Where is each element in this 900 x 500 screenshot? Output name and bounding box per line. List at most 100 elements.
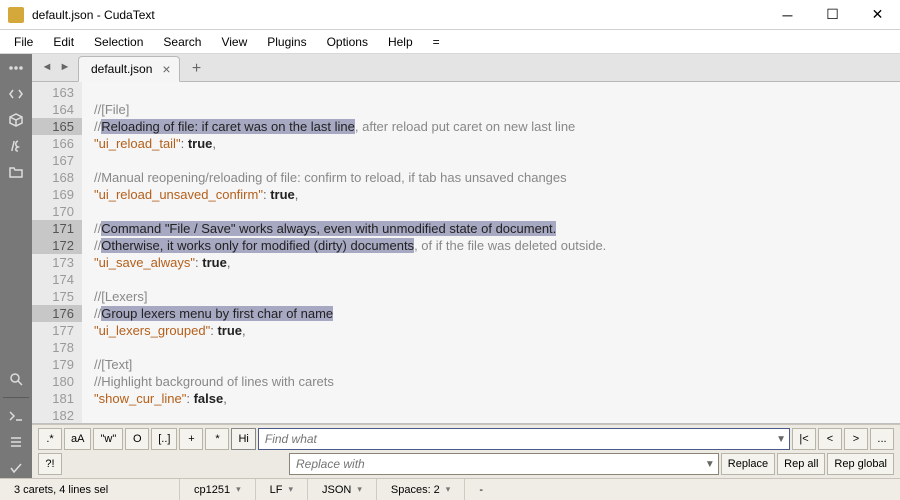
line-number[interactable]: 168 <box>32 169 82 186</box>
app-icon <box>8 7 24 23</box>
line-number[interactable]: 182 <box>32 407 82 424</box>
find-nav-...[interactable]: ... <box>870 428 894 450</box>
line-number[interactable]: 174 <box>32 271 82 288</box>
replace-history-icon[interactable]: ▼ <box>705 459 715 470</box>
code-line <box>94 84 900 101</box>
line-number[interactable]: 180 <box>32 373 82 390</box>
find-opt-hi[interactable]: Hi <box>231 428 255 450</box>
find-input[interactable] <box>258 428 790 450</box>
code-line: //Otherwise, it works only for modified … <box>94 237 900 254</box>
line-number[interactable]: 167 <box>32 152 82 169</box>
find-opt-o[interactable]: O <box>125 428 149 450</box>
code-line: //Reloading of file: if caret was on the… <box>94 118 900 135</box>
line-number[interactable]: 173 <box>32 254 82 271</box>
code-line: "ui_save_always": true, <box>94 254 900 271</box>
find-opt-aa[interactable]: aA <box>64 428 91 450</box>
line-number[interactable]: 166 <box>32 135 82 152</box>
code-line <box>94 271 900 288</box>
code-line: //[Lexers] <box>94 288 900 305</box>
sidebar <box>0 54 32 478</box>
menu-file[interactable]: File <box>4 32 43 52</box>
find-nav->[interactable]: > <box>844 428 868 450</box>
code-line: //[Text] <box>94 356 900 373</box>
line-number[interactable]: 165 <box>32 118 82 135</box>
find-bar: .*aA"w"O[..]+*Hi▼|<<>... ?!▼ReplaceRep a… <box>32 424 900 478</box>
code-line: "ui_reload_tail": true, <box>94 135 900 152</box>
code-line: //Group lexers menu by first char of nam… <box>94 305 900 322</box>
find-opt-[interactable]: [..] <box>151 428 177 450</box>
find-opt-[interactable]: + <box>179 428 203 450</box>
menu-view[interactable]: View <box>211 32 257 52</box>
code-line <box>94 407 900 424</box>
line-number[interactable]: 177 <box>32 322 82 339</box>
find-opt-[interactable]: * <box>205 428 229 450</box>
window-title: default.json - CudaText <box>32 8 765 22</box>
tab-next-icon[interactable]: ► <box>56 57 74 77</box>
menu-selection[interactable]: Selection <box>84 32 153 52</box>
tab-prev-icon[interactable]: ◄ <box>38 57 56 77</box>
code-line: "ui_lexers_grouped": true, <box>94 322 900 339</box>
line-number[interactable]: 164 <box>32 101 82 118</box>
menu-edit[interactable]: Edit <box>43 32 84 52</box>
code-line <box>94 339 900 356</box>
line-number[interactable]: 172 <box>32 237 82 254</box>
terminal-icon[interactable] <box>6 406 26 426</box>
check-icon[interactable] <box>6 458 26 478</box>
line-number[interactable]: 175 <box>32 288 82 305</box>
code-area[interactable]: //[File]//Reloading of file: if caret wa… <box>82 82 900 423</box>
new-tab-button[interactable]: + <box>184 57 210 81</box>
status-bar: 3 carets, 4 lines sel cp1251 LF JSON Spa… <box>0 478 900 500</box>
status-spaces[interactable]: Spaces: 2 <box>377 479 465 500</box>
find-nav-<[interactable]: < <box>818 428 842 450</box>
find-opt-w[interactable]: "w" <box>93 428 123 450</box>
status-lineend[interactable]: LF <box>256 479 308 500</box>
list-icon[interactable] <box>6 432 26 452</box>
status-encoding[interactable]: cp1251 <box>180 479 256 500</box>
line-number[interactable]: 181 <box>32 390 82 407</box>
box-icon[interactable] <box>6 110 26 130</box>
menu-icon[interactable] <box>6 58 26 78</box>
code-icon[interactable] <box>6 84 26 104</box>
find-opt-[interactable]: .* <box>38 428 62 450</box>
folder-icon[interactable] <box>6 162 26 182</box>
code-line: //Command "File / Save" works always, ev… <box>94 220 900 237</box>
menu-bar: FileEditSelectionSearchViewPluginsOption… <box>0 30 900 54</box>
status-extra: - <box>465 479 900 500</box>
find-nav-|<[interactable]: |< <box>792 428 816 450</box>
minimize-button[interactable]: ─ <box>765 0 810 30</box>
line-number[interactable]: 163 <box>32 84 82 101</box>
line-number[interactable]: 176 <box>32 305 82 322</box>
code-line: "show_cur_line": false, <box>94 390 900 407</box>
editor[interactable]: 1631641651661671681691701711721731741751… <box>32 82 900 424</box>
tab-bar: ◄ ► default.json × + <box>32 54 900 82</box>
menu-search[interactable]: Search <box>153 32 211 52</box>
replace-input[interactable] <box>289 453 719 475</box>
line-number[interactable]: 170 <box>32 203 82 220</box>
menu-options[interactable]: Options <box>317 32 378 52</box>
delta-icon[interactable] <box>6 136 26 156</box>
find-help-button[interactable]: ?! <box>38 453 62 475</box>
code-line <box>94 203 900 220</box>
code-line: //Highlight background of lines with car… <box>94 373 900 390</box>
replace-rep-all[interactable]: Rep all <box>777 453 825 475</box>
code-line: //Manual reopening/reloading of file: co… <box>94 169 900 186</box>
status-lexer[interactable]: JSON <box>308 479 377 500</box>
find-history-icon[interactable]: ▼ <box>776 434 786 445</box>
line-number[interactable]: 178 <box>32 339 82 356</box>
status-selection[interactable]: 3 carets, 4 lines sel <box>0 479 180 500</box>
replace-replace[interactable]: Replace <box>721 453 775 475</box>
line-number[interactable]: 169 <box>32 186 82 203</box>
menu-help[interactable]: Help <box>378 32 423 52</box>
replace-rep-global[interactable]: Rep global <box>827 453 894 475</box>
menu-plugins[interactable]: Plugins <box>257 32 316 52</box>
tab-label: default.json <box>91 62 152 76</box>
search-icon[interactable] <box>6 369 26 389</box>
tab-default-json[interactable]: default.json × <box>78 56 180 82</box>
close-button[interactable]: ✕ <box>855 0 900 30</box>
line-number[interactable]: 171 <box>32 220 82 237</box>
line-number[interactable]: 179 <box>32 356 82 373</box>
code-line: "ui_reload_unsaved_confirm": true, <box>94 186 900 203</box>
menu-=[interactable]: = <box>423 32 450 52</box>
maximize-button[interactable]: ☐ <box>810 0 855 30</box>
tab-close-icon[interactable]: × <box>162 61 170 77</box>
